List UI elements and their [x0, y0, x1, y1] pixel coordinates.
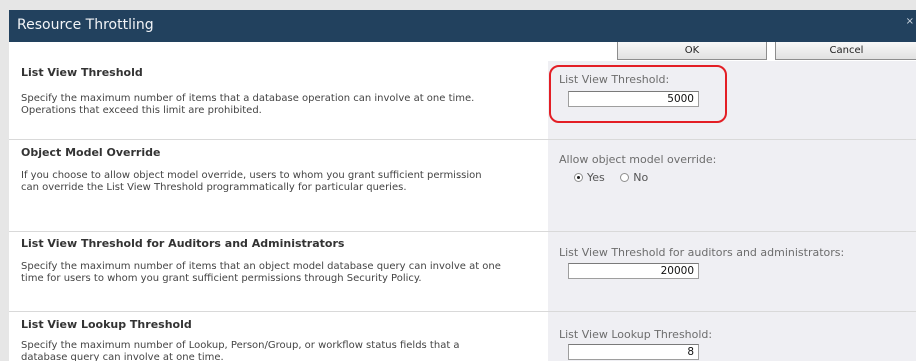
field-label: List View Lookup Threshold:: [559, 328, 713, 341]
override-radio-group: Yes No: [574, 171, 660, 184]
close-icon[interactable]: ×: [906, 16, 914, 27]
section-description: Specify the maximum number of items that…: [21, 93, 475, 116]
radio-label: Yes: [587, 171, 605, 184]
auditors-admins-threshold-input[interactable]: [568, 263, 699, 279]
radio-checked-icon[interactable]: [574, 173, 583, 182]
section-description: If you choose to allow object model over…: [21, 170, 482, 193]
section-title: List View Threshold: [21, 66, 143, 79]
section-description: Specify the maximum number of Lookup, Pe…: [21, 340, 460, 361]
resource-throttling-dialog: Resource Throttling × OK Cancel List Vie…: [9, 10, 916, 361]
section-object-model-override: Object Model Override If you choose to a…: [9, 140, 916, 232]
button-row: OK Cancel: [9, 42, 916, 61]
section-title: List View Lookup Threshold: [21, 318, 192, 331]
radio-yes[interactable]: Yes: [574, 171, 605, 184]
section-description: Specify the maximum number of items that…: [21, 261, 501, 284]
radio-no[interactable]: No: [620, 171, 648, 184]
ok-button[interactable]: OK: [617, 42, 767, 60]
field-label: Allow object model override:: [559, 153, 717, 166]
highlight-annotation: [549, 65, 727, 123]
lookup-threshold-input[interactable]: [568, 344, 699, 360]
section-title: List View Threshold for Auditors and Adm…: [21, 237, 345, 250]
section-threshold-auditors-admins: List View Threshold for Auditors and Adm…: [9, 232, 916, 312]
section-list-view-lookup-threshold: List View Lookup Threshold Specify the m…: [9, 312, 916, 361]
section-title: Object Model Override: [21, 146, 161, 159]
dialog-titlebar: Resource Throttling ×: [9, 10, 916, 42]
dialog-title: Resource Throttling: [17, 17, 154, 33]
radio-label: No: [633, 171, 649, 184]
cancel-button[interactable]: Cancel: [775, 42, 916, 60]
radio-unchecked-icon[interactable]: [620, 173, 630, 182]
field-label: List View Threshold for auditors and adm…: [559, 246, 845, 259]
section-list-view-threshold: List View Threshold Specify the maximum …: [9, 61, 916, 140]
